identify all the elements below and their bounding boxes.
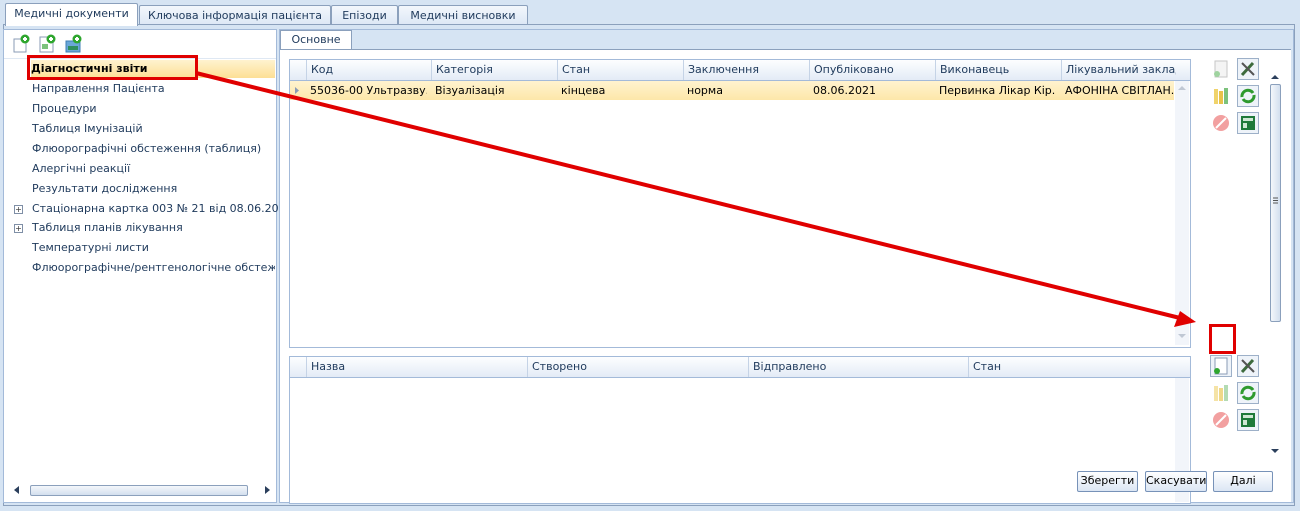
folder-add-icon [65, 34, 82, 53]
books-icon [1214, 385, 1228, 401]
tab-episodes[interactable]: Епізоди [331, 5, 398, 25]
cancel-icon [1213, 115, 1229, 131]
save-button[interactable]: Зберегти [1077, 471, 1138, 492]
spreadsheet-icon [1237, 409, 1259, 431]
column-header-published[interactable]: Опубліковано [809, 60, 931, 80]
grid-header: Назва Створено Відправлено Стан [290, 357, 1190, 378]
tree-item-treatment-plans[interactable]: Таблиця планів лікування [32, 219, 183, 237]
bottom-action-panel [1210, 355, 1266, 445]
tree-item-xray-examination[interactable]: Флюорографічне/рентгенологічне обстеженн… [32, 259, 275, 277]
cell-published: 08.06.2021 [813, 84, 876, 97]
refresh-icon [1237, 382, 1259, 404]
scroll-right-icon[interactable] [262, 483, 272, 497]
tree-item-research-results[interactable]: Результати дослідження [32, 180, 177, 198]
left-toolbar [4, 30, 276, 59]
column-header-performer[interactable]: Виконавець [935, 60, 1057, 80]
document-add-icon [39, 34, 56, 53]
scroll-up-icon[interactable] [1175, 83, 1189, 93]
export-report-button[interactable] [1237, 112, 1259, 134]
column-header-sent[interactable]: Відправлено [748, 357, 968, 377]
books-icon [1214, 88, 1228, 104]
cancel-report-button[interactable] [1210, 112, 1232, 134]
tree-item-procedures[interactable]: Процедури [32, 100, 97, 118]
tab-medical-documents[interactable]: Медичні документи [5, 3, 138, 26]
expand-icon[interactable]: + [14, 224, 23, 233]
sync-report-button[interactable] [1237, 85, 1259, 107]
column-header-category[interactable]: Категорія [431, 60, 553, 80]
table-row[interactable]: 55036-00 Ультразву... Візуалізація кінце… [290, 81, 1175, 100]
spreadsheet-icon [1237, 112, 1259, 134]
column-header-state[interactable]: Стан [968, 357, 1188, 377]
tab-key-patient-info[interactable]: Ключова інформація пацієнта [139, 5, 331, 25]
cancel-button[interactable]: Скасувати [1145, 471, 1207, 492]
diagnostic-reports-grid: Код Категорія Стан Заключення Опублікова… [289, 59, 1191, 348]
attachments-grid: Назва Створено Відправлено Стан [289, 356, 1191, 504]
add-attachment-button[interactable] [1210, 355, 1232, 377]
tree-item-patient-referral[interactable]: Направлення Пацієнта [32, 80, 165, 98]
scroll-down-icon[interactable] [1267, 446, 1283, 456]
tree-item-allergic-reactions[interactable]: Алергічні реакції [32, 160, 130, 178]
add-report-button[interactable] [1210, 58, 1232, 80]
column-header-created[interactable]: Створено [527, 357, 747, 377]
right-panel: Основне Код Категорія Стан Заключення Оп… [279, 29, 1294, 504]
column-header-name[interactable]: Назва [306, 357, 526, 377]
cell-conclusion: норма [687, 84, 723, 97]
column-header-status[interactable]: Стан [557, 60, 679, 80]
edit-report-button[interactable] [1237, 58, 1259, 80]
tools-icon [1237, 355, 1259, 377]
tree-item-fluorography-table[interactable]: Флюорографічні обстеження (таблиця) [32, 140, 261, 158]
tree-horizontal-scrollbar[interactable] [10, 483, 272, 497]
edit-attachment-button[interactable] [1237, 355, 1259, 377]
tab-medical-conclusions[interactable]: Медичні висновки [398, 5, 528, 25]
form-vertical-scrollbar[interactable] [1267, 72, 1283, 500]
scrollbar-thumb[interactable] [1270, 84, 1281, 322]
column-header-code[interactable]: Код [306, 60, 428, 80]
tree-item-inpatient-card[interactable]: Стаціонарна картка 003 № 21 від 08.06.20… [32, 200, 293, 218]
tree-item-immunizations[interactable]: Таблиця Імунізацій [32, 120, 143, 138]
open-attachment-button[interactable] [1210, 382, 1232, 404]
cell-category: Візуалізація [435, 84, 505, 97]
cancel-attachment-button[interactable] [1210, 409, 1232, 431]
scroll-up-icon[interactable] [1267, 72, 1283, 82]
tree-item-diagnostic-reports[interactable]: Діагностичні звіти [31, 60, 275, 78]
cell-facility: АФОНІНА СВІТЛАН... [1065, 84, 1175, 97]
grip-icon [1273, 197, 1278, 204]
cancel-icon [1213, 412, 1229, 428]
tree-item-temperature-sheets[interactable]: Температурні листи [32, 239, 149, 257]
tools-icon [1237, 58, 1259, 80]
next-button[interactable]: Далі [1213, 471, 1273, 492]
left-panel: Діагностичні звіти Направлення Пацієнта … [3, 29, 293, 503]
grid-header: Код Категорія Стан Заключення Опублікова… [290, 60, 1190, 81]
cell-code: 55036-00 Ультразву... [310, 84, 427, 97]
new-document-icon [13, 34, 30, 53]
top-action-panel [1210, 58, 1266, 148]
open-report-button[interactable] [1210, 85, 1232, 107]
column-header-conclusion[interactable]: Заключення [683, 60, 805, 80]
new-document-icon [1214, 60, 1228, 78]
scroll-down-icon[interactable] [1175, 331, 1189, 341]
column-header-facility[interactable]: Лікувальний заклад [1061, 60, 1176, 80]
document-tabs: Медичні документи Ключова інформація пац… [0, 0, 1300, 26]
expand-icon[interactable]: + [14, 205, 23, 214]
add-document-copy-button[interactable] [37, 34, 57, 54]
document-tree: Діагностичні звіти Направлення Пацієнта … [4, 59, 293, 479]
add-document-button[interactable] [11, 34, 31, 54]
add-folder-button[interactable] [63, 34, 83, 54]
refresh-icon [1237, 85, 1259, 107]
tab-main[interactable]: Основне [280, 30, 352, 49]
cell-status: кінцева [561, 84, 606, 97]
cell-performer: Первинка Лікар Кір... [939, 84, 1056, 97]
row-indicator-icon [295, 87, 299, 94]
sync-attachment-button[interactable] [1237, 382, 1259, 404]
grid-vertical-scrollbar[interactable] [1175, 81, 1189, 345]
main-content: Код Категорія Стан Заключення Опублікова… [280, 49, 1291, 504]
export-attachment-button[interactable] [1237, 409, 1259, 431]
scroll-left-icon[interactable] [12, 483, 22, 497]
new-document-icon [1210, 355, 1232, 377]
scrollbar-thumb[interactable] [30, 485, 248, 496]
